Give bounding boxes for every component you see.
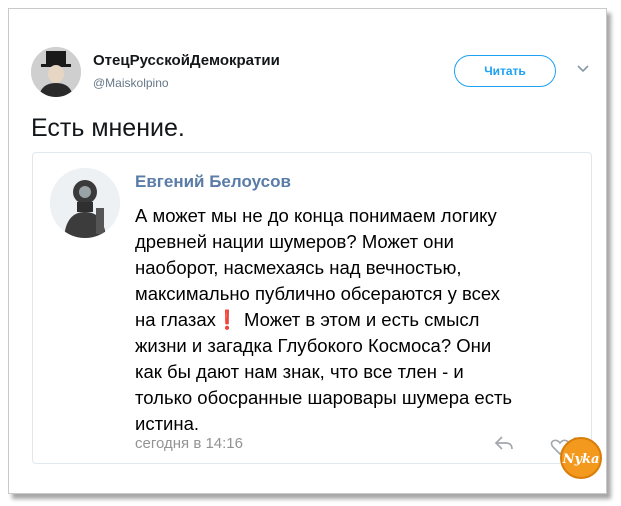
author-name[interactable]: ОтецРусскойДемократии — [93, 52, 280, 69]
quoted-text-line: наоборот, насмехаясь над вечностью, — [135, 257, 462, 278]
reply-icon[interactable] — [493, 434, 515, 452]
quoted-text-line: только обосранные шаровары шумера есть — [135, 387, 513, 408]
author-avatar[interactable] — [31, 47, 81, 97]
diver-helmet-avatar-icon — [50, 168, 120, 238]
quoted-text-line: жизни и загадка Глубокого Космоса? Они — [135, 335, 492, 356]
tweet-text: Есть мнение. — [31, 114, 185, 142]
quoted-text-line: древней нации шумеров? Может они — [135, 231, 455, 252]
quoted-author-avatar[interactable] — [50, 168, 120, 238]
quoted-author-name[interactable]: Евгений Белоусов — [135, 172, 291, 192]
post-timestamp[interactable]: сегодня в 14:16 — [135, 435, 243, 452]
man-in-top-hat-avatar-icon — [31, 47, 81, 97]
author-handle[interactable]: @Maiskolpino — [93, 76, 169, 90]
nyka-watermark-logo: Nyka — [560, 437, 602, 479]
quoted-text-line: максимально публично обсераются у всех — [135, 283, 500, 304]
quoted-post-text: А может мы не до конца понимаем логику д… — [135, 203, 585, 437]
follow-button[interactable]: Читать — [454, 55, 556, 87]
quoted-text-line: истина. — [135, 413, 200, 434]
quoted-text-line: как бы дают нам знак, что все тлен - и — [135, 361, 464, 382]
chevron-down-icon[interactable] — [574, 62, 592, 76]
quoted-text-line: на глазах❗ Может в этом и есть смысл — [135, 309, 480, 330]
quoted-text-line: А может мы не до конца понимаем логику — [135, 205, 497, 226]
svg-text:Nyka: Nyka — [562, 452, 600, 467]
